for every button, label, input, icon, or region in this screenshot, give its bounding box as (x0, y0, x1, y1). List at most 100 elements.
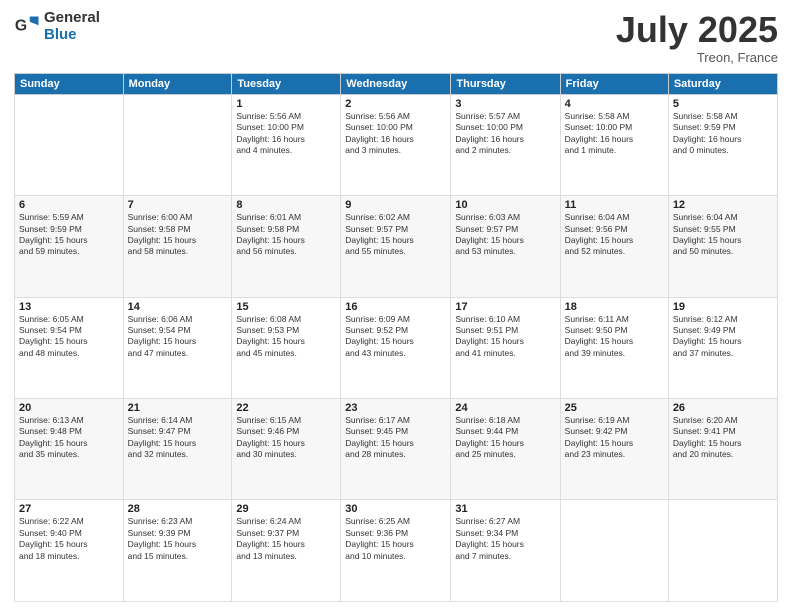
day-info: Sunrise: 6:25 AM Sunset: 9:36 PM Dayligh… (345, 516, 446, 562)
logo-blue: Blue (44, 27, 100, 44)
table-row (123, 94, 232, 195)
day-number: 28 (128, 503, 228, 515)
table-row (15, 94, 124, 195)
day-number: 25 (565, 402, 664, 414)
day-number: 10 (455, 199, 555, 211)
calendar-week-row: 6Sunrise: 5:59 AM Sunset: 9:59 PM Daylig… (15, 196, 778, 297)
table-row: 17Sunrise: 6:10 AM Sunset: 9:51 PM Dayli… (451, 297, 560, 398)
day-info: Sunrise: 6:09 AM Sunset: 9:52 PM Dayligh… (345, 314, 446, 360)
logo-text: General Blue (44, 10, 100, 43)
day-number: 30 (345, 503, 446, 515)
table-row: 31Sunrise: 6:27 AM Sunset: 9:34 PM Dayli… (451, 500, 560, 602)
day-number: 13 (19, 301, 119, 313)
day-info: Sunrise: 6:27 AM Sunset: 9:34 PM Dayligh… (455, 516, 555, 562)
table-row: 5Sunrise: 5:58 AM Sunset: 9:59 PM Daylig… (668, 94, 777, 195)
table-row: 9Sunrise: 6:02 AM Sunset: 9:57 PM Daylig… (341, 196, 451, 297)
title-block: July 2025 Treon, France (616, 10, 778, 65)
day-number: 18 (565, 301, 664, 313)
table-row (560, 500, 668, 602)
day-number: 21 (128, 402, 228, 414)
table-row: 4Sunrise: 5:58 AM Sunset: 10:00 PM Dayli… (560, 94, 668, 195)
calendar-page: G General Blue July 2025 Treon, France S… (0, 0, 792, 612)
table-row: 3Sunrise: 5:57 AM Sunset: 10:00 PM Dayli… (451, 94, 560, 195)
table-row: 25Sunrise: 6:19 AM Sunset: 9:42 PM Dayli… (560, 399, 668, 500)
day-info: Sunrise: 6:04 AM Sunset: 9:56 PM Dayligh… (565, 212, 664, 258)
col-friday: Friday (560, 73, 668, 94)
day-number: 26 (673, 402, 773, 414)
table-row: 8Sunrise: 6:01 AM Sunset: 9:58 PM Daylig… (232, 196, 341, 297)
day-number: 27 (19, 503, 119, 515)
day-info: Sunrise: 5:58 AM Sunset: 9:59 PM Dayligh… (673, 111, 773, 157)
day-info: Sunrise: 6:04 AM Sunset: 9:55 PM Dayligh… (673, 212, 773, 258)
table-row: 10Sunrise: 6:03 AM Sunset: 9:57 PM Dayli… (451, 196, 560, 297)
day-number: 11 (565, 199, 664, 211)
day-number: 9 (345, 199, 446, 211)
table-row: 11Sunrise: 6:04 AM Sunset: 9:56 PM Dayli… (560, 196, 668, 297)
table-row: 6Sunrise: 5:59 AM Sunset: 9:59 PM Daylig… (15, 196, 124, 297)
day-info: Sunrise: 6:08 AM Sunset: 9:53 PM Dayligh… (236, 314, 336, 360)
day-info: Sunrise: 6:23 AM Sunset: 9:39 PM Dayligh… (128, 516, 228, 562)
day-number: 22 (236, 402, 336, 414)
table-row: 16Sunrise: 6:09 AM Sunset: 9:52 PM Dayli… (341, 297, 451, 398)
table-row: 15Sunrise: 6:08 AM Sunset: 9:53 PM Dayli… (232, 297, 341, 398)
day-info: Sunrise: 6:01 AM Sunset: 9:58 PM Dayligh… (236, 212, 336, 258)
day-number: 8 (236, 199, 336, 211)
table-row: 1Sunrise: 5:56 AM Sunset: 10:00 PM Dayli… (232, 94, 341, 195)
day-info: Sunrise: 5:59 AM Sunset: 9:59 PM Dayligh… (19, 212, 119, 258)
table-row: 23Sunrise: 6:17 AM Sunset: 9:45 PM Dayli… (341, 399, 451, 500)
day-number: 20 (19, 402, 119, 414)
day-number: 7 (128, 199, 228, 211)
table-row: 29Sunrise: 6:24 AM Sunset: 9:37 PM Dayli… (232, 500, 341, 602)
day-info: Sunrise: 6:22 AM Sunset: 9:40 PM Dayligh… (19, 516, 119, 562)
month-title: July 2025 (616, 10, 778, 50)
day-number: 17 (455, 301, 555, 313)
logo-icon: G (14, 13, 42, 41)
calendar-week-row: 13Sunrise: 6:05 AM Sunset: 9:54 PM Dayli… (15, 297, 778, 398)
day-info: Sunrise: 6:18 AM Sunset: 9:44 PM Dayligh… (455, 415, 555, 461)
day-info: Sunrise: 6:13 AM Sunset: 9:48 PM Dayligh… (19, 415, 119, 461)
location: Treon, France (616, 50, 778, 65)
table-row: 30Sunrise: 6:25 AM Sunset: 9:36 PM Dayli… (341, 500, 451, 602)
day-number: 2 (345, 98, 446, 110)
table-row: 7Sunrise: 6:00 AM Sunset: 9:58 PM Daylig… (123, 196, 232, 297)
table-row: 27Sunrise: 6:22 AM Sunset: 9:40 PM Dayli… (15, 500, 124, 602)
header: G General Blue July 2025 Treon, France (14, 10, 778, 65)
table-row (668, 500, 777, 602)
day-info: Sunrise: 6:10 AM Sunset: 9:51 PM Dayligh… (455, 314, 555, 360)
table-row: 19Sunrise: 6:12 AM Sunset: 9:49 PM Dayli… (668, 297, 777, 398)
logo: G General Blue (14, 10, 100, 43)
day-number: 24 (455, 402, 555, 414)
day-info: Sunrise: 6:02 AM Sunset: 9:57 PM Dayligh… (345, 212, 446, 258)
day-number: 23 (345, 402, 446, 414)
calendar-week-row: 20Sunrise: 6:13 AM Sunset: 9:48 PM Dayli… (15, 399, 778, 500)
day-number: 15 (236, 301, 336, 313)
day-number: 29 (236, 503, 336, 515)
table-row: 22Sunrise: 6:15 AM Sunset: 9:46 PM Dayli… (232, 399, 341, 500)
day-number: 31 (455, 503, 555, 515)
day-number: 16 (345, 301, 446, 313)
day-number: 12 (673, 199, 773, 211)
day-info: Sunrise: 5:58 AM Sunset: 10:00 PM Daylig… (565, 111, 664, 157)
table-row: 2Sunrise: 5:56 AM Sunset: 10:00 PM Dayli… (341, 94, 451, 195)
col-monday: Monday (123, 73, 232, 94)
calendar-header-row: Sunday Monday Tuesday Wednesday Thursday… (15, 73, 778, 94)
table-row: 13Sunrise: 6:05 AM Sunset: 9:54 PM Dayli… (15, 297, 124, 398)
table-row: 18Sunrise: 6:11 AM Sunset: 9:50 PM Dayli… (560, 297, 668, 398)
table-row: 20Sunrise: 6:13 AM Sunset: 9:48 PM Dayli… (15, 399, 124, 500)
calendar-week-row: 27Sunrise: 6:22 AM Sunset: 9:40 PM Dayli… (15, 500, 778, 602)
table-row: 26Sunrise: 6:20 AM Sunset: 9:41 PM Dayli… (668, 399, 777, 500)
day-info: Sunrise: 6:05 AM Sunset: 9:54 PM Dayligh… (19, 314, 119, 360)
col-sunday: Sunday (15, 73, 124, 94)
day-info: Sunrise: 6:06 AM Sunset: 9:54 PM Dayligh… (128, 314, 228, 360)
day-number: 14 (128, 301, 228, 313)
day-info: Sunrise: 6:12 AM Sunset: 9:49 PM Dayligh… (673, 314, 773, 360)
table-row: 12Sunrise: 6:04 AM Sunset: 9:55 PM Dayli… (668, 196, 777, 297)
day-info: Sunrise: 6:03 AM Sunset: 9:57 PM Dayligh… (455, 212, 555, 258)
col-saturday: Saturday (668, 73, 777, 94)
col-thursday: Thursday (451, 73, 560, 94)
day-info: Sunrise: 5:56 AM Sunset: 10:00 PM Daylig… (236, 111, 336, 157)
svg-text:G: G (15, 17, 27, 34)
day-info: Sunrise: 6:00 AM Sunset: 9:58 PM Dayligh… (128, 212, 228, 258)
day-number: 1 (236, 98, 336, 110)
calendar-table: Sunday Monday Tuesday Wednesday Thursday… (14, 73, 778, 602)
